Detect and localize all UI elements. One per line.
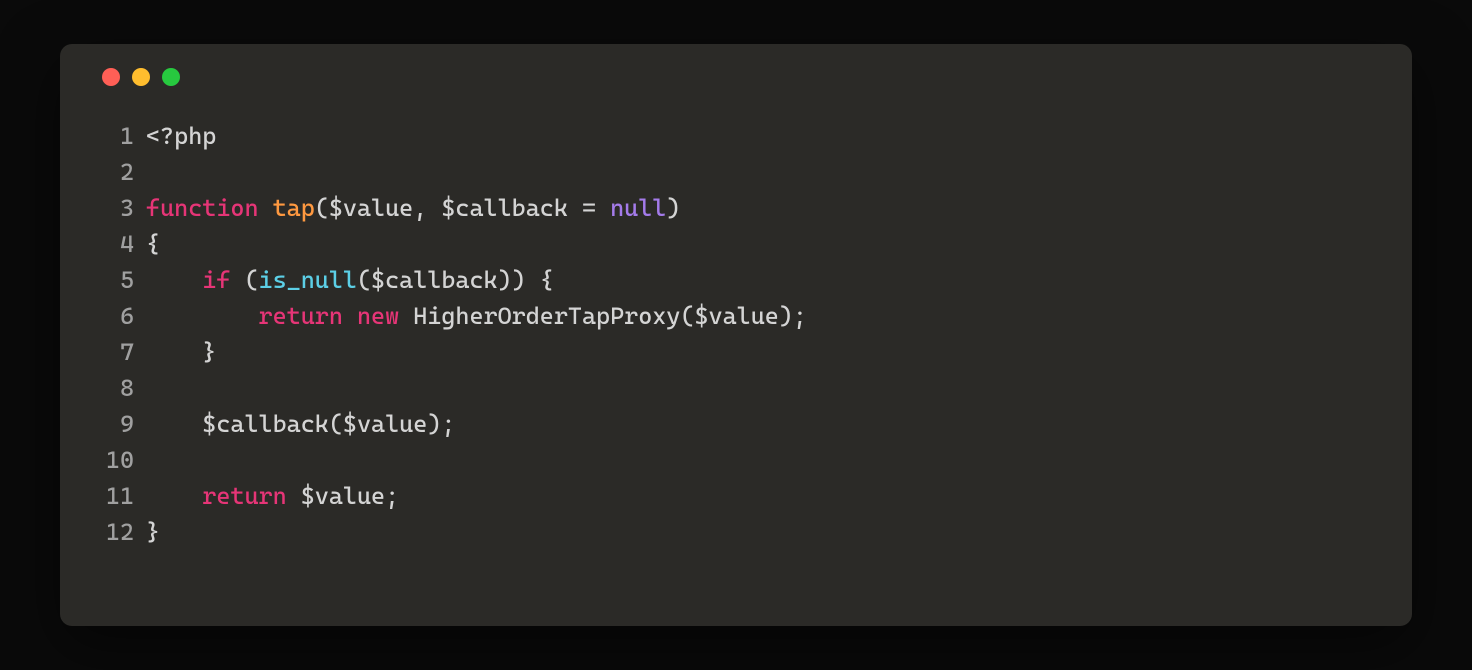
code-line: 7 }	[88, 334, 1384, 370]
code-token: $value	[694, 302, 778, 330]
code-token: (	[315, 194, 329, 222]
line-content: $callback($value);	[146, 406, 1384, 442]
code-line: 5 if (is_null($callback)) {	[88, 262, 1384, 298]
line-number: 5	[88, 262, 134, 298]
traffic-lights	[102, 68, 1384, 86]
code-token: (	[230, 266, 258, 294]
line-content: {	[146, 226, 1384, 262]
code-token	[287, 482, 301, 510]
line-number: 7	[88, 334, 134, 370]
close-icon[interactable]	[102, 68, 120, 86]
line-number: 8	[88, 370, 134, 406]
code-token	[146, 302, 259, 330]
line-number: 11	[88, 478, 134, 514]
code-token: tap	[273, 194, 315, 222]
line-content: return new HigherOrderTapProxy($value);	[146, 298, 1384, 334]
code-token	[146, 482, 202, 510]
line-content	[146, 370, 1384, 406]
code-token: ;	[385, 482, 399, 510]
code-token	[146, 338, 202, 366]
code-token: (	[680, 302, 694, 330]
code-token	[399, 302, 413, 330]
code-token: return	[202, 482, 286, 510]
line-number: 12	[88, 514, 134, 550]
code-token: $callback	[202, 410, 329, 438]
code-token: <?php	[146, 122, 216, 150]
code-line: 10	[88, 442, 1384, 478]
code-token: {	[146, 230, 160, 258]
code-window: 1 <?php 2 3 function tap($value, $callback …	[60, 44, 1412, 626]
minimize-icon[interactable]	[132, 68, 150, 86]
code-token: null	[610, 194, 666, 222]
code-token: =	[568, 194, 610, 222]
code-token: is_null	[259, 266, 357, 294]
code-line: 4{	[88, 226, 1384, 262]
line-content: <?php	[146, 118, 1384, 154]
code-token	[259, 194, 273, 222]
line-content: }	[146, 334, 1384, 370]
code-token: $callback	[371, 266, 498, 294]
code-token: return	[259, 302, 343, 330]
code-token: )) {	[498, 266, 554, 294]
code-block: 1 <?php 2 3 function tap($value, $callback …	[88, 118, 1384, 550]
code-line: 3 function tap($value, $callback = null)	[88, 190, 1384, 226]
code-line: 8	[88, 370, 1384, 406]
code-line: 12}	[88, 514, 1384, 550]
line-number: 9	[88, 406, 134, 442]
line-number: 10	[88, 442, 134, 478]
code-token: }	[202, 338, 216, 366]
code-token: $value	[343, 410, 427, 438]
code-token: );	[427, 410, 455, 438]
code-line: 2	[88, 154, 1384, 190]
line-content: }	[146, 514, 1384, 550]
line-number: 2	[88, 154, 134, 190]
code-token: (	[357, 266, 371, 294]
line-content	[146, 442, 1384, 478]
code-line: 9 $callback($value);	[88, 406, 1384, 442]
code-token	[343, 302, 357, 330]
maximize-icon[interactable]	[162, 68, 180, 86]
line-content: function tap($value, $callback = null)	[146, 190, 1384, 226]
code-token: );	[779, 302, 807, 330]
code-token: if	[202, 266, 230, 294]
line-number: 4	[88, 226, 134, 262]
code-token: function	[146, 194, 259, 222]
code-token: $callback	[441, 194, 568, 222]
line-number: 1	[88, 118, 134, 154]
line-content	[146, 154, 1384, 190]
code-token	[146, 410, 202, 438]
code-token: )	[666, 194, 680, 222]
code-line: 6 return new HigherOrderTapProxy($value)…	[88, 298, 1384, 334]
code-token: HigherOrderTapProxy	[413, 302, 680, 330]
code-token: $value	[301, 482, 385, 510]
code-line: 11 return $value;	[88, 478, 1384, 514]
code-token: (	[329, 410, 343, 438]
line-number: 6	[88, 298, 134, 334]
code-token: }	[146, 518, 160, 546]
code-token: new	[357, 302, 399, 330]
code-token: ,	[413, 194, 441, 222]
code-token: $value	[329, 194, 413, 222]
line-content: if (is_null($callback)) {	[146, 262, 1384, 298]
line-number: 3	[88, 190, 134, 226]
code-line: 1 <?php	[88, 118, 1384, 154]
line-content: return $value;	[146, 478, 1384, 514]
code-token	[146, 266, 202, 294]
